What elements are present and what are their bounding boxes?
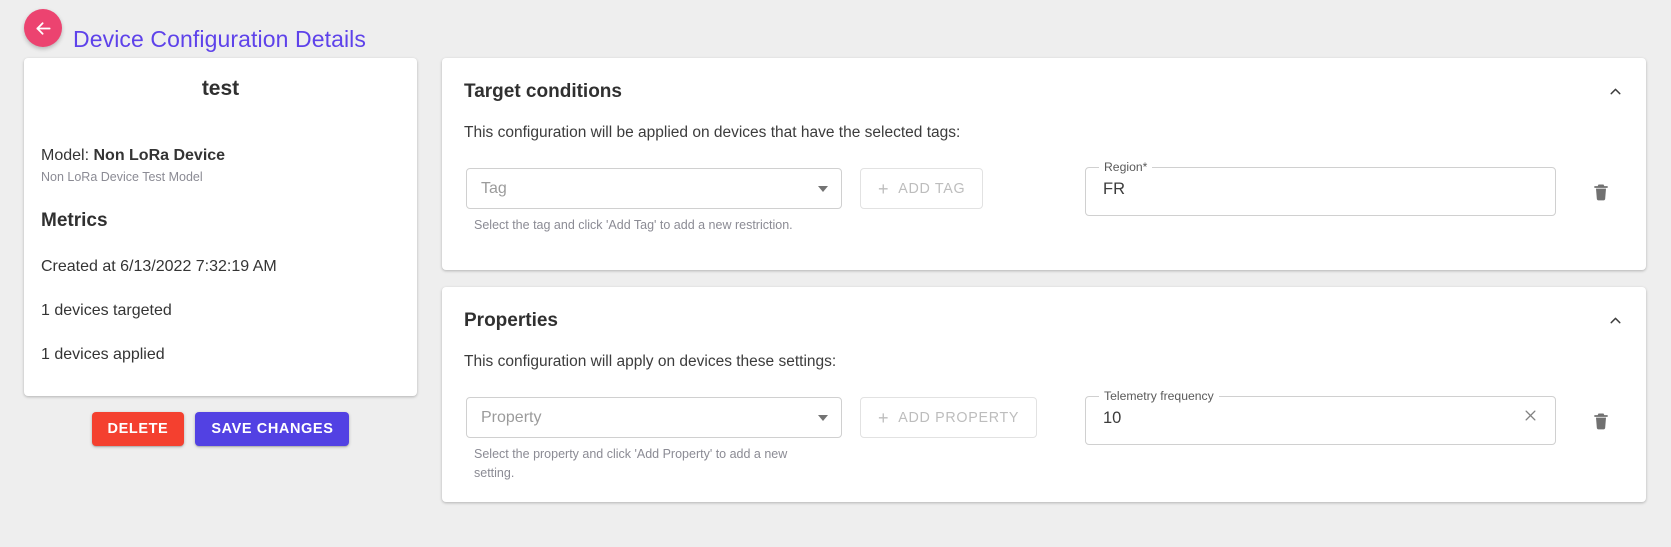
trash-icon (1591, 181, 1611, 206)
trash-icon (1591, 410, 1611, 435)
add-tag-label: ADD TAG (898, 180, 966, 197)
telemetry-frequency-outline: Telemetry frequency (1085, 389, 1556, 445)
properties-title: Properties (464, 310, 558, 331)
device-model-description: Non LoRa Device Test Model (41, 170, 203, 184)
metric-devices-targeted: 1 devices targeted (41, 302, 172, 319)
tag-select-hint: Select the tag and click 'Add Tag' to ad… (474, 218, 793, 232)
page-header: Device Configuration Details (0, 0, 1671, 52)
chevron-up-icon (1607, 312, 1624, 332)
metric-devices-applied: 1 devices applied (41, 346, 165, 363)
save-changes-button[interactable]: SAVE CHANGES (195, 412, 350, 446)
delete-property-button[interactable] (1586, 407, 1616, 437)
card-actions: DELETE SAVE CHANGES (24, 412, 417, 446)
close-icon (1523, 408, 1538, 426)
region-field: Region* FR (1085, 160, 1556, 216)
target-conditions-description: This configuration will be applied on de… (464, 124, 961, 141)
tag-select-wrapper: Tag Select the tag and click 'Add Tag' t… (466, 168, 842, 235)
target-conditions-panel: Target conditions This configuration wil… (442, 58, 1646, 270)
target-conditions-title: Target conditions (464, 81, 622, 102)
region-field-value[interactable]: FR (1103, 180, 1125, 199)
tag-select[interactable]: Tag (466, 168, 842, 209)
properties-description: This configuration will apply on devices… (464, 353, 837, 370)
telemetry-frequency-value[interactable]: 10 (1103, 409, 1121, 428)
device-model-value: Non LoRa Device (93, 147, 226, 164)
add-tag-button[interactable]: + ADD TAG (860, 168, 984, 209)
chevron-down-icon (818, 185, 828, 192)
plus-icon: + (878, 178, 890, 199)
properties-panel: Properties This configuration will apply… (442, 287, 1646, 502)
properties-row: Property Select the property and click '… (464, 389, 1646, 487)
tag-select-value: Tag (481, 179, 507, 197)
property-select-wrapper: Property Select the property and click '… (466, 397, 842, 484)
device-name: test (201, 77, 240, 100)
back-button[interactable] (24, 9, 62, 47)
clear-telemetry-frequency-button[interactable] (1519, 406, 1541, 428)
add-property-button[interactable]: + ADD PROPERTY (860, 397, 1038, 438)
chevron-up-icon (1607, 83, 1624, 103)
chevron-down-icon (818, 414, 828, 421)
delete-button[interactable]: DELETE (91, 412, 185, 446)
region-field-outline: Region* (1085, 160, 1556, 216)
region-field-label: Region* (1104, 160, 1148, 174)
properties-collapse-button[interactable] (1598, 305, 1632, 339)
telemetry-frequency-label: Telemetry frequency (1104, 389, 1214, 403)
telemetry-frequency-field: Telemetry frequency 10 (1085, 389, 1556, 445)
add-property-label: ADD PROPERTY (898, 409, 1020, 426)
property-select-hint: Select the property and click 'Add Prope… (474, 447, 788, 481)
metric-created-at: Created at 6/13/2022 7:32:19 AM (41, 258, 277, 275)
device-model-label: Model: (41, 147, 90, 164)
property-select[interactable]: Property (466, 397, 842, 438)
arrow-left-icon (33, 18, 54, 39)
target-conditions-row: Tag Select the tag and click 'Add Tag' t… (464, 160, 1646, 258)
device-summary-card: test Model: Non LoRa Device Non LoRa Dev… (24, 58, 417, 396)
property-select-value: Property (481, 408, 542, 426)
plus-icon: + (878, 407, 890, 428)
page-title: Device Configuration Details (73, 26, 366, 53)
metrics-heading: Metrics (41, 210, 108, 231)
target-conditions-collapse-button[interactable] (1598, 76, 1632, 110)
delete-region-button[interactable] (1586, 178, 1616, 208)
device-summary-body: Model: Non LoRa Device Non LoRa Device T… (24, 147, 417, 364)
device-model-line: Model: Non LoRa Device (41, 147, 400, 165)
